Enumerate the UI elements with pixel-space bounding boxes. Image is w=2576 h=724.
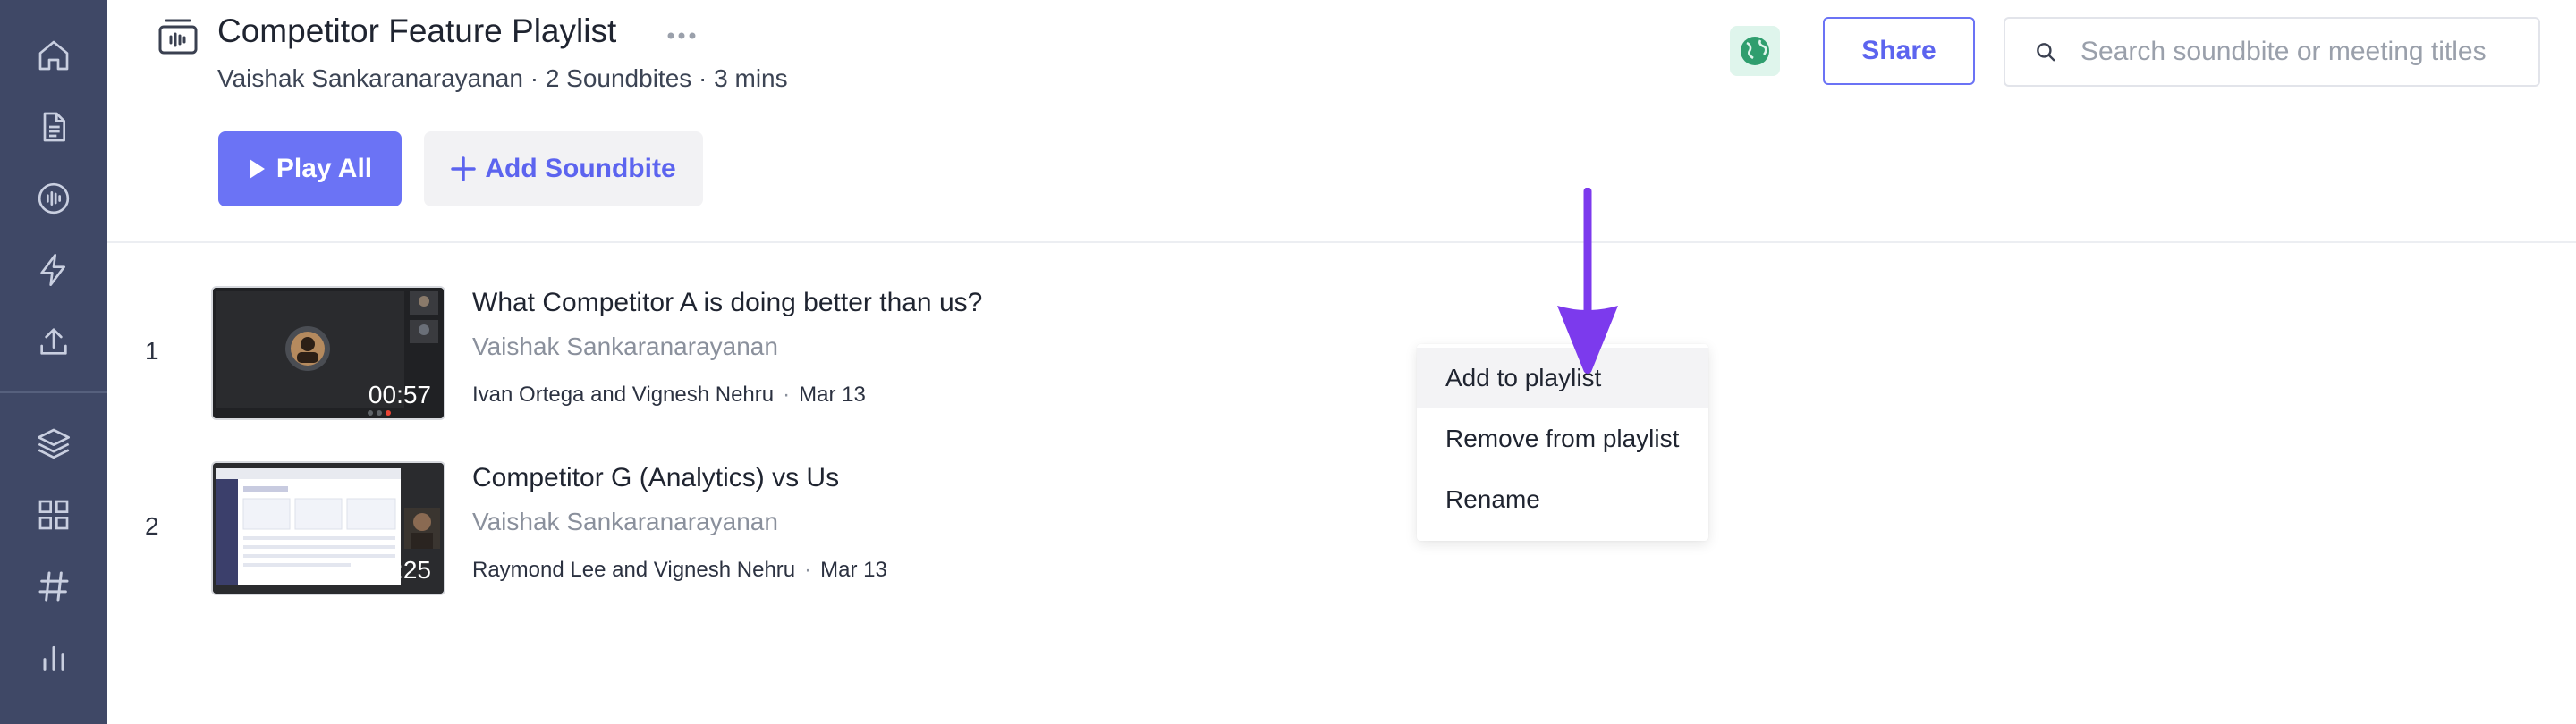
playlist-subtitle: Vaishak Sankaranarayanan · 2 Soundbites …	[217, 64, 788, 92]
duration-label: 01:25	[368, 556, 431, 584]
video-thumbnail[interactable]: 00:57	[211, 286, 445, 420]
play-all-label: Play All	[275, 154, 373, 183]
sidebar-divider	[0, 391, 107, 393]
add-soundbite-label: Add Soundbite	[485, 154, 676, 183]
video-thumbnail[interactable]: 01:25	[211, 461, 445, 595]
soundbite-meta: Ivan Ortega and Vignesh Nehru · Mar 13	[472, 383, 866, 407]
add-soundbite-button[interactable]: Add Soundbite	[424, 131, 703, 206]
upload-icon[interactable]	[32, 320, 75, 363]
more-options-icon[interactable]	[664, 27, 699, 45]
search-box	[2004, 17, 2540, 87]
page-title: Competitor Feature Playlist	[217, 13, 617, 49]
sidebar	[0, 0, 107, 724]
duration-label: 00:57	[368, 381, 431, 408]
search-input[interactable]	[2079, 36, 2521, 68]
soundbite-title[interactable]: What Competitor A is doing better than u…	[472, 288, 982, 318]
home-icon[interactable]	[32, 34, 75, 77]
play-all-button[interactable]: Play All	[218, 131, 402, 206]
participants: Raymond Lee and Vignesh Nehru	[472, 558, 796, 582]
hashtag-icon[interactable]	[32, 565, 75, 608]
date: Mar 13	[820, 558, 887, 582]
share-button[interactable]: Share	[1823, 17, 1975, 85]
menu-item-rename[interactable]: Rename	[1417, 469, 1708, 530]
soundbite-meta: Raymond Lee and Vignesh Nehru · Mar 13	[472, 558, 887, 582]
soundbite-owner: Vaishak Sankaranarayanan	[472, 508, 778, 535]
playlist-icon	[157, 18, 199, 55]
search-icon	[2037, 43, 2055, 62]
annotation-arrow-icon	[1552, 187, 1623, 375]
document-icon[interactable]	[32, 105, 75, 148]
participants: Ivan Ortega and Vignesh Nehru	[472, 383, 775, 407]
lightning-icon[interactable]	[32, 248, 75, 291]
soundbite-title[interactable]: Competitor G (Analytics) vs Us	[472, 463, 839, 493]
grid-icon[interactable]	[32, 493, 75, 536]
bar-chart-icon[interactable]	[32, 636, 75, 679]
menu-item-remove-from-playlist[interactable]: Remove from playlist	[1417, 408, 1708, 469]
soundwave-icon[interactable]	[32, 177, 75, 220]
globe-icon[interactable]	[1730, 26, 1780, 76]
layers-icon[interactable]	[32, 422, 75, 465]
row-number: 2	[145, 512, 159, 540]
header-divider	[107, 241, 2576, 243]
list-item[interactable]: 2 01:25 Competitor G (Analytics) vs Us V…	[107, 461, 1360, 595]
soundbite-owner: Vaishak Sankaranarayanan	[472, 333, 778, 360]
list-item[interactable]: 1 00:57 What Competitor A is doing bette…	[107, 286, 1360, 420]
row-number: 1	[145, 337, 159, 365]
play-icon	[249, 159, 265, 179]
plus-icon	[451, 156, 477, 181]
date: Mar 13	[799, 383, 866, 407]
